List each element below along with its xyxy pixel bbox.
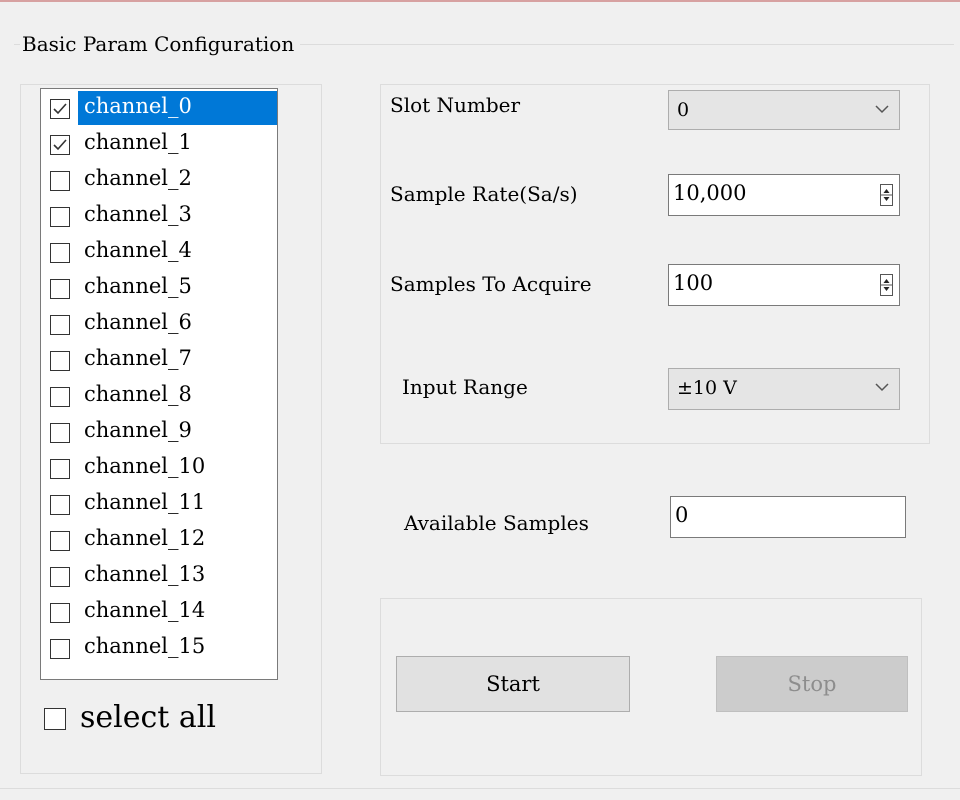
sample-rate-spinbox[interactable]: 10,000	[668, 174, 900, 216]
channel-label: channel_15	[84, 634, 206, 658]
channel-label: channel_10	[84, 454, 206, 478]
channel-list-item[interactable]: channel_9	[42, 415, 276, 451]
channel-label: channel_11	[84, 490, 206, 514]
channel-checkbox[interactable]	[50, 387, 70, 407]
select-all-label[interactable]: select all	[80, 700, 216, 736]
channel-list-item[interactable]: channel_8	[42, 379, 276, 415]
sample-rate-spin-buttons[interactable]	[880, 184, 893, 206]
channel-label: channel_2	[84, 166, 192, 190]
input-range-label: Input Range	[402, 375, 528, 399]
channel-label: channel_6	[84, 310, 192, 334]
checkmark-icon	[53, 103, 67, 115]
channel-label: channel_4	[84, 238, 192, 262]
window-top-border	[0, 0, 960, 2]
available-samples-field[interactable]: 0	[670, 496, 906, 538]
window-bottom-edge	[0, 788, 960, 800]
channel-checkbox[interactable]	[50, 603, 70, 623]
channel-label: channel_7	[84, 346, 192, 370]
slot-number-combobox[interactable]: 0	[668, 90, 900, 130]
select-all-checkbox[interactable]	[44, 708, 66, 730]
channel-checkbox[interactable]	[50, 495, 70, 515]
channel-listbox[interactable]: channel_0 channel_1 channel_2 channel_3chan…	[40, 88, 278, 680]
samples-to-acquire-spin-buttons[interactable]	[880, 274, 893, 296]
channel-label: channel_13	[84, 562, 206, 586]
channel-label: channel_12	[84, 526, 206, 550]
channel-list-item[interactable]: channel_13	[42, 559, 276, 595]
samples-to-acquire-spinbox[interactable]: 100	[668, 264, 900, 306]
available-samples-value: 0	[675, 503, 689, 527]
channel-checkbox[interactable]	[50, 423, 70, 443]
channel-label: channel_3	[84, 202, 192, 226]
channel-list-item[interactable]: channel_6	[42, 307, 276, 343]
channel-label: channel_1	[84, 130, 192, 154]
channel-checkbox[interactable]	[50, 459, 70, 479]
chevron-down-icon	[875, 383, 889, 392]
input-range-value: ±10 V	[677, 377, 737, 399]
channel-list-item[interactable]: channel_0	[42, 91, 277, 127]
start-button[interactable]: Start	[396, 656, 630, 712]
channel-list-item[interactable]: channel_3	[42, 199, 276, 235]
channel-label: channel_9	[84, 418, 192, 442]
channel-list-item[interactable]: channel_10	[42, 451, 276, 487]
checkmark-icon	[53, 139, 67, 151]
channel-list-item[interactable]: channel_4	[42, 235, 276, 271]
stop-button[interactable]: Stop	[716, 656, 908, 712]
slot-number-label: Slot Number	[390, 93, 521, 117]
channel-label: channel_0	[78, 91, 277, 125]
channel-checkbox[interactable]	[50, 99, 70, 119]
spin-updown-icon	[881, 189, 892, 201]
channel-checkbox[interactable]	[50, 135, 70, 155]
channel-list-item[interactable]: channel_14	[42, 595, 276, 631]
channel-list-item[interactable]: channel_15	[42, 631, 276, 667]
channel-label: channel_8	[84, 382, 192, 406]
channel-checkbox[interactable]	[50, 315, 70, 335]
slot-number-value: 0	[677, 99, 690, 121]
channel-label: channel_14	[84, 598, 206, 622]
channel-checkbox[interactable]	[50, 243, 70, 263]
channel-checkbox[interactable]	[50, 531, 70, 551]
sample-rate-value: 10,000	[673, 181, 747, 205]
channel-list-item[interactable]: channel_5	[42, 271, 276, 307]
available-samples-label: Available Samples	[404, 511, 589, 535]
channel-checkbox[interactable]	[50, 279, 70, 299]
channel-checkbox[interactable]	[50, 171, 70, 191]
chevron-down-icon	[875, 105, 889, 114]
sample-rate-label: Sample Rate(Sa/s)	[390, 182, 578, 206]
spin-updown-icon	[881, 279, 892, 291]
channel-checkbox[interactable]	[50, 207, 70, 227]
channel-checkbox[interactable]	[50, 351, 70, 371]
samples-to-acquire-value: 100	[673, 271, 714, 295]
channel-list-item[interactable]: channel_12	[42, 523, 276, 559]
channel-list-item[interactable]: channel_7	[42, 343, 276, 379]
channel-list-item[interactable]: channel_2	[42, 163, 276, 199]
group-title: Basic Param Configuration	[20, 32, 301, 56]
channel-list-item[interactable]: channel_1	[42, 127, 276, 163]
channel-checkbox[interactable]	[50, 567, 70, 587]
channel-label: channel_5	[84, 274, 192, 298]
input-range-combobox[interactable]: ±10 V	[668, 368, 900, 410]
channel-checkbox[interactable]	[50, 639, 70, 659]
samples-to-acquire-label: Samples To Acquire	[390, 272, 592, 296]
channel-list-item[interactable]: channel_11	[42, 487, 276, 523]
